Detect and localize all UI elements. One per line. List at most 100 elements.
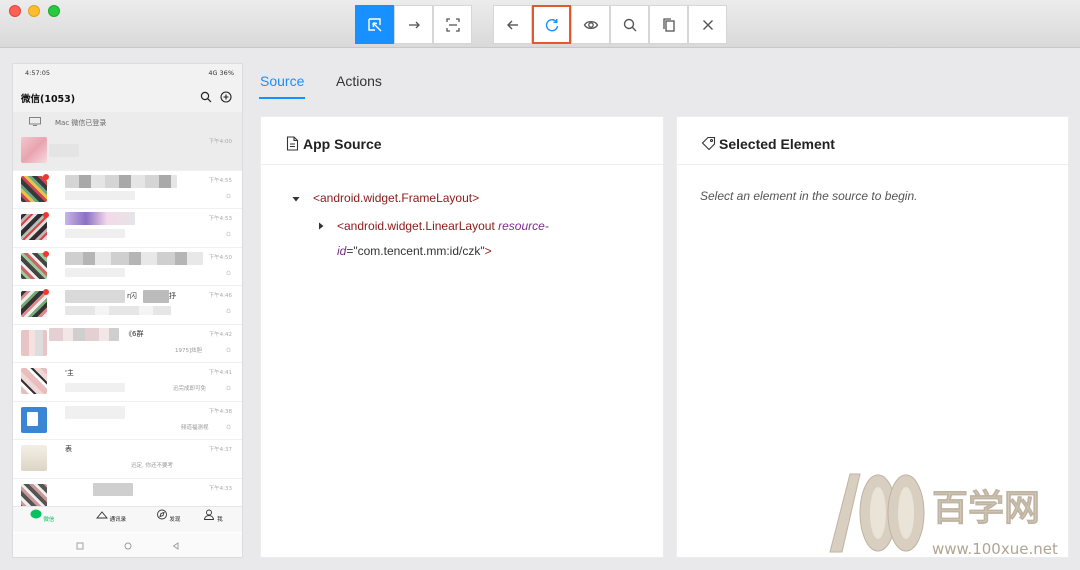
chat-bubble-icon — [30, 509, 42, 519]
chat-row[interactable]: r闪 抒 下午4:46 — [13, 286, 242, 325]
chat-time: 下午4:41 — [208, 370, 232, 376]
tab-contacts[interactable]: 通讯录 — [91, 509, 131, 523]
active-tab-indicator — [259, 97, 305, 99]
tab-label: 微信 — [43, 517, 55, 523]
blurred-text — [65, 212, 135, 225]
select-arrow-icon — [367, 17, 381, 31]
wechat-tabbar: 微信 通讯录 发现 我 — [13, 506, 242, 532]
chat-time: 下午4:00 — [208, 139, 232, 145]
status-time: 4:57:05 — [25, 69, 51, 77]
chat-name-fragment: 表 — [65, 445, 72, 453]
expand-caret-icon[interactable] — [317, 222, 325, 230]
mute-bell-icon — [226, 385, 231, 390]
blurred-text — [65, 306, 171, 315]
chat-avatar — [21, 445, 47, 471]
blurred-text — [65, 251, 203, 265]
search-button[interactable] — [610, 5, 649, 44]
tab-actions[interactable]: Actions — [336, 73, 382, 89]
device-screenshot[interactable]: 4:57:05 4G 36% 微信(1053) Mac 微信已登录 下午4:00… — [12, 63, 243, 558]
node-framelayout[interactable]: <android.widget.FrameLayout> — [313, 191, 479, 205]
mac-login-row[interactable]: Mac 微信已登录 — [13, 112, 242, 132]
contacts-icon — [95, 511, 108, 519]
chat-row[interactable]: 下午4:55 — [13, 171, 242, 209]
blurred-text — [65, 290, 125, 303]
blurred-text — [65, 190, 135, 200]
tab-discover[interactable]: 发现 — [148, 509, 188, 523]
select-element-button[interactable] — [355, 5, 394, 44]
blurred-text — [65, 383, 125, 392]
blurred-text — [65, 267, 125, 277]
chat-avatar — [21, 406, 47, 433]
plus-circle-icon[interactable] — [219, 90, 233, 104]
chat-row[interactable]: 下午4:53 — [13, 209, 242, 248]
blurred-text — [93, 482, 133, 496]
chat-time: 下午4:46 — [208, 293, 232, 299]
refresh-button[interactable] — [532, 5, 571, 44]
mute-bell-icon — [226, 270, 231, 275]
magnifier-icon — [623, 18, 636, 31]
chat-row[interactable]: 《6群 1975]炫胆 下午4:42 — [13, 325, 242, 363]
chat-avatar — [21, 329, 47, 356]
mute-bell-icon — [226, 193, 231, 198]
chat-preview-fragment: 迅完成即可免 — [173, 386, 207, 392]
mute-bell-icon — [226, 231, 231, 236]
tab-me[interactable]: 我 — [193, 509, 233, 523]
chat-row[interactable]: 频道福测视 下午4:38 — [13, 402, 242, 440]
status-indicators: 4G 36% — [208, 69, 234, 77]
chat-avatar — [21, 291, 47, 317]
app-source-panel: App Source — [260, 116, 664, 558]
collapse-caret-icon[interactable] — [292, 195, 300, 203]
chat-row[interactable]: 表 迅定, 你还不要考 下午4:37 — [13, 440, 242, 479]
minimize-window-button[interactable] — [28, 5, 40, 17]
file-icon — [286, 136, 299, 151]
watermark-cn: 百学网 — [932, 487, 1040, 529]
crop-frame-icon — [445, 17, 460, 32]
chat-row[interactable]: 下午4:50 — [13, 248, 242, 286]
blurred-text — [65, 229, 125, 238]
back-button[interactable] — [493, 5, 532, 44]
node-linearlayout[interactable]: <android.widget.LinearLayout resource- — [337, 219, 567, 233]
chat-time: 下午4:55 — [208, 177, 232, 184]
chat-time: 下午4:53 — [208, 216, 232, 222]
unread-dot — [43, 212, 49, 218]
node-tag-close: > — [484, 244, 492, 258]
chat-avatar — [21, 214, 47, 240]
maximize-window-button[interactable] — [48, 5, 60, 17]
app-source-header: App Source — [261, 117, 663, 165]
node-attr-name-cont: id — [337, 244, 347, 258]
chat-row[interactable]: '主 迅完成即可免 下午4:41 — [13, 363, 242, 402]
chat-time: 下午4:33 — [208, 485, 232, 492]
tab-chats[interactable]: 微信 — [22, 509, 62, 523]
chat-time: 下午4:42 — [208, 331, 232, 338]
tab-label: 我 — [217, 517, 223, 523]
search-icon[interactable] — [199, 90, 213, 104]
mac-login-text: Mac 微信已登录 — [55, 119, 107, 127]
recent-apps-icon[interactable] — [75, 541, 85, 551]
tap-by-coordinates-button[interactable] — [433, 5, 472, 44]
toggle-visibility-button[interactable] — [571, 5, 610, 44]
tab-source[interactable]: Source — [260, 73, 304, 89]
chat-name-fragment: r闪 — [127, 292, 137, 300]
home-icon[interactable] — [123, 541, 133, 551]
unread-dot — [43, 289, 49, 295]
copy-xml-button[interactable] — [649, 5, 688, 44]
node-attr-value: "com.tencent.mm:id/czk" — [353, 244, 485, 258]
chat-row[interactable]: 下午4:00 — [13, 132, 242, 171]
refresh-icon — [545, 18, 558, 31]
quit-session-button[interactable] — [688, 5, 727, 44]
back-triangle-icon[interactable] — [171, 541, 181, 551]
mute-bell-icon — [226, 424, 231, 429]
chat-time: 下午4:37 — [208, 447, 232, 453]
node-linearlayout-cont[interactable]: id="com.tencent.mm:id/czk"> — [337, 244, 492, 258]
blurred-text — [49, 327, 119, 341]
chat-name-fragment: 《6群 — [125, 329, 144, 338]
close-window-button[interactable] — [9, 5, 21, 17]
swipe-button[interactable] — [394, 5, 433, 44]
unread-dot — [43, 250, 49, 257]
selected-element-title: Selected Element — [719, 136, 835, 152]
node-tag: <android.widget.LinearLayout — [337, 219, 495, 233]
chat-time: 下午4:50 — [208, 254, 232, 261]
tag-icon — [701, 136, 716, 151]
blurred-text — [143, 290, 169, 303]
chat-avatar — [21, 368, 47, 394]
